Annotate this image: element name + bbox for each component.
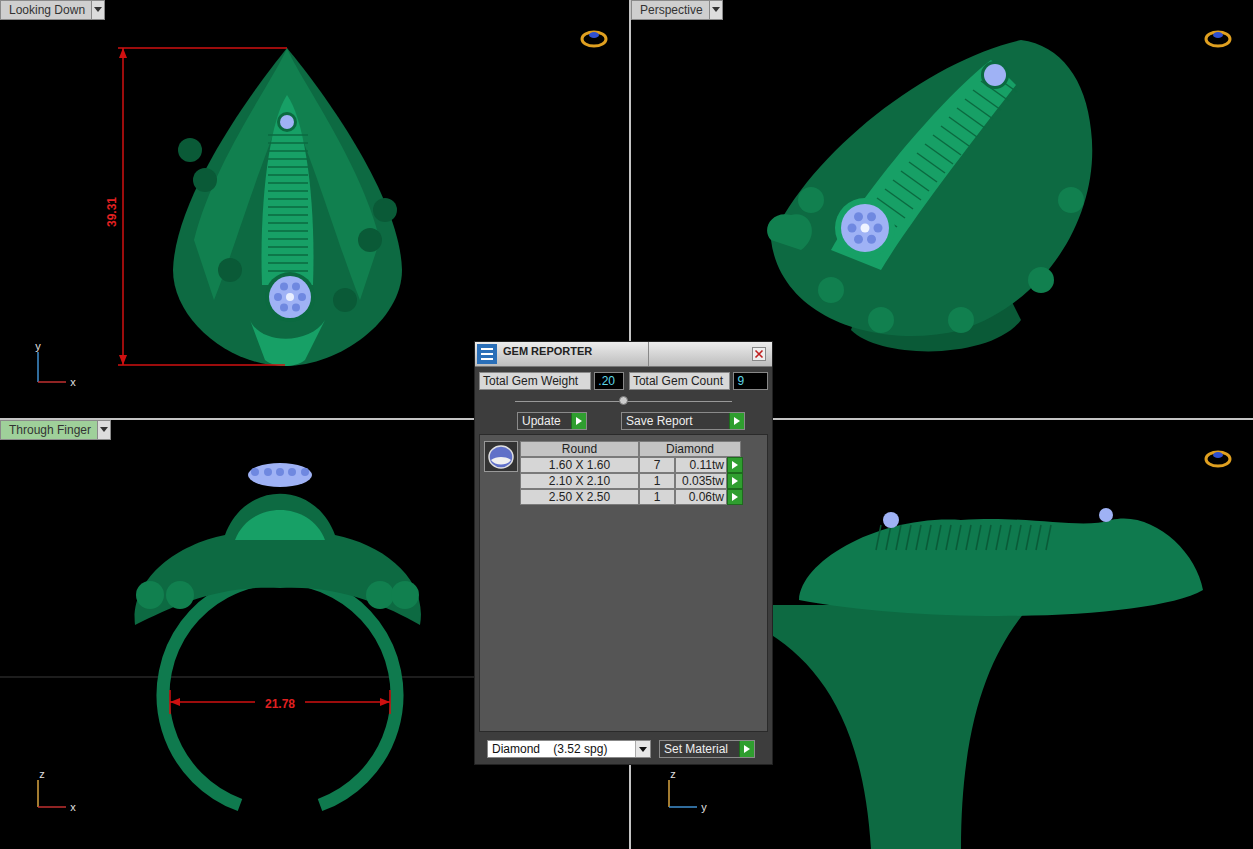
play-arrow-icon[interactable] (727, 489, 743, 505)
play-arrow-icon[interactable] (727, 473, 743, 489)
report-button[interactable]: Update (517, 412, 587, 430)
dropdown-arrow-icon[interactable] (97, 421, 110, 439)
height-dimension: 39.31 (105, 197, 119, 227)
orientation-ring-icon[interactable] (1203, 24, 1233, 54)
dropdown-arrow-icon[interactable] (91, 1, 104, 19)
viewport-label[interactable]: Through Finger (0, 420, 111, 440)
total-weight-label: Total Gem Weight (479, 372, 591, 390)
svg-text:y: y (35, 340, 41, 352)
report-button[interactable]: Save Report (621, 412, 745, 430)
column-header: Diamond (639, 441, 741, 457)
play-arrow-icon[interactable] (571, 413, 586, 429)
gem-table-panel: Round Diamond 1.60 X 1.60 7 0.11tw 2.10 … (479, 434, 768, 732)
table-row[interactable]: 1.60 X 1.60 7 0.11tw (520, 457, 743, 473)
cad-workspace: Looking Down 39.31 y x Perspective Through … (0, 0, 1253, 849)
gem-table: Round Diamond 1.60 X 1.60 7 0.11tw 2.10 … (484, 441, 763, 505)
svg-text:z: z (39, 768, 45, 780)
total-count-label: Total Gem Count (629, 372, 730, 390)
dropdown-arrow-icon[interactable] (709, 1, 722, 19)
orientation-ring-icon[interactable] (579, 24, 609, 54)
gem-reporter-icon (477, 344, 497, 364)
svg-text:y: y (701, 801, 707, 813)
play-arrow-icon[interactable] (739, 741, 754, 757)
svg-text:x: x (70, 376, 76, 388)
viewport-label[interactable]: Perspective (631, 0, 723, 20)
play-arrow-icon[interactable] (729, 413, 744, 429)
viewport-label[interactable]: Looking Down (0, 0, 105, 20)
orientation-ring-icon[interactable] (1203, 444, 1233, 474)
total-count-field: 9 (733, 372, 768, 390)
dropdown-arrow-icon[interactable] (635, 741, 650, 757)
play-arrow-icon[interactable] (727, 457, 743, 473)
set-material-button[interactable]: Set Material (659, 740, 755, 758)
panel-slider[interactable] (485, 396, 762, 406)
dialog-title: GEM REPORTER (503, 342, 592, 357)
close-icon[interactable] (752, 347, 766, 361)
svg-text:z: z (670, 768, 676, 780)
column-header: Round (520, 441, 639, 457)
dialog-titlebar[interactable]: GEM REPORTER (475, 342, 772, 367)
slider-knob[interactable] (619, 396, 628, 405)
round-gem-icon (484, 441, 518, 472)
material-select[interactable]: Diamond (3.52 spg) (487, 740, 651, 758)
table-row[interactable]: 2.50 X 2.50 1 0.06tw (520, 489, 743, 505)
table-row[interactable]: 2.10 X 2.10 1 0.035tw (520, 473, 743, 489)
width-dimension: 21.78 (265, 697, 295, 711)
total-weight-field: .20 (594, 372, 624, 390)
svg-text:x: x (70, 801, 76, 813)
gem-reporter-dialog[interactable]: GEM REPORTER Total Gem Weight .20 Total … (474, 341, 773, 765)
